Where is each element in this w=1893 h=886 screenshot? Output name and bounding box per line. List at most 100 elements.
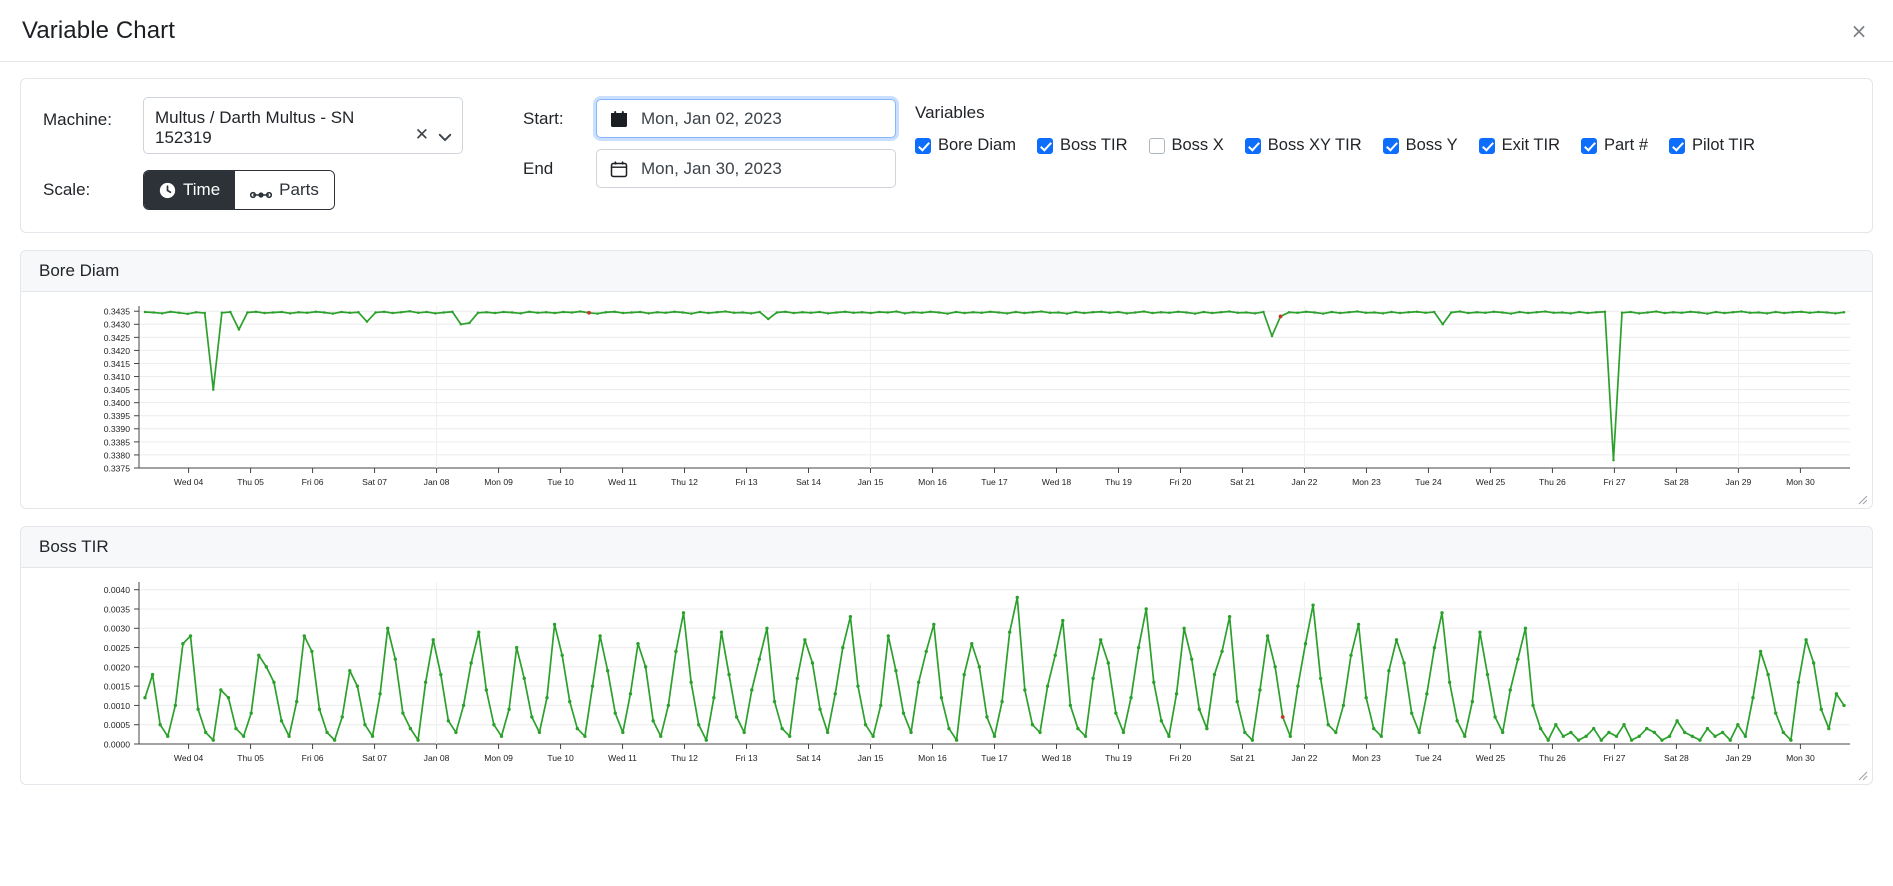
clear-icon[interactable]: ✕	[415, 127, 429, 144]
end-date-input[interactable]: Mon, Jan 30, 2023	[596, 149, 896, 188]
svg-text:0.0025: 0.0025	[104, 643, 131, 653]
checkbox-box[interactable]	[1244, 137, 1261, 154]
clock-icon	[159, 182, 176, 199]
svg-text:Jan 22: Jan 22	[1292, 753, 1318, 763]
svg-text:0.3430: 0.3430	[104, 320, 131, 330]
machine-scale-column: Machine: Multus / Darth Multus - SN 1523…	[43, 97, 523, 210]
svg-text:0.0035: 0.0035	[104, 604, 131, 614]
variable-checkbox-boss-x[interactable]: Boss X	[1148, 136, 1224, 155]
svg-text:Wed 18: Wed 18	[1042, 753, 1072, 763]
variable-label: Pilot TIR	[1692, 136, 1755, 154]
svg-text:Thu 26: Thu 26	[1539, 753, 1566, 763]
start-date-value: Mon, Jan 02, 2023	[641, 108, 782, 128]
machine-select-value: Multus / Darth Multus - SN 152319	[155, 108, 355, 147]
resize-handle[interactable]	[1855, 492, 1869, 506]
chart-panel-bore-diam: Bore Diam 0.3375 0.3380 0.3385 0.3390 0.3395…	[20, 250, 1873, 509]
resize-handle[interactable]	[1855, 768, 1869, 782]
svg-text:Tue 24: Tue 24	[1415, 753, 1442, 763]
scale-option-time[interactable]: Time	[144, 171, 236, 209]
dialog-title-bar: Variable Chart ×	[0, 0, 1893, 62]
svg-text:Tue 17: Tue 17	[981, 477, 1008, 487]
svg-text:0.3410: 0.3410	[104, 372, 131, 382]
svg-text:Mon 23: Mon 23	[1352, 477, 1381, 487]
end-date-row: End Mon, Jan 30, 2023	[523, 149, 903, 188]
svg-text:0.3375: 0.3375	[104, 463, 131, 473]
svg-text:0.3420: 0.3420	[104, 346, 131, 356]
variable-checkbox-pilot-tir[interactable]: Pilot TIR	[1669, 136, 1755, 155]
svg-text:Jan 15: Jan 15	[858, 477, 884, 487]
svg-text:Mon 09: Mon 09	[484, 477, 513, 487]
svg-text:Fri 06: Fri 06	[302, 753, 324, 763]
end-date-label: End	[523, 158, 554, 178]
svg-text:Wed 04: Wed 04	[174, 477, 204, 487]
date-range-column: Start: Mon, Jan 02, 2023 End Mon, Jan 30…	[523, 97, 903, 188]
page-title: Variable Chart	[22, 16, 176, 44]
variable-label: Boss X	[1171, 136, 1224, 154]
variable-checkbox-bore-diam[interactable]: Bore Diam	[915, 136, 1016, 155]
variable-label: Boss TIR	[1059, 136, 1128, 154]
variable-checkbox-boss-xy-tir[interactable]: Boss XY TIR	[1244, 136, 1362, 155]
chevron-down-icon[interactable]	[438, 129, 452, 143]
svg-text:Mon 30: Mon 30	[1786, 753, 1815, 763]
svg-text:Fri 27: Fri 27	[1603, 753, 1625, 763]
machine-select[interactable]: Multus / Darth Multus - SN 152319 ✕	[143, 97, 463, 154]
checkbox-box[interactable]	[1580, 137, 1597, 154]
svg-text:0.0040: 0.0040	[104, 585, 131, 595]
variable-checkbox-part[interactable]: Part #	[1580, 136, 1648, 155]
svg-text:0.0005: 0.0005	[104, 720, 131, 730]
checkbox-box[interactable]	[1382, 137, 1399, 154]
line-chart-boss-tir[interactable]: 0.0000 0.0005 0.0010 0.0015 0.0020 0.0025 0.00…	[21, 568, 1872, 784]
start-date-input[interactable]: Mon, Jan 02, 2023	[596, 99, 896, 138]
variable-checkbox-boss-y[interactable]: Boss Y	[1382, 136, 1458, 155]
scale-option-time-label: Time	[183, 180, 221, 199]
svg-text:Wed 18: Wed 18	[1042, 477, 1072, 487]
svg-text:Sat 07: Sat 07	[362, 753, 387, 763]
svg-text:0.0010: 0.0010	[104, 701, 131, 711]
svg-text:Fri 20: Fri 20	[1169, 753, 1191, 763]
svg-text:0.3425: 0.3425	[104, 333, 131, 343]
svg-text:Mon 16: Mon 16	[918, 753, 947, 763]
checkbox-box[interactable]	[1478, 137, 1495, 154]
svg-text:Mon 23: Mon 23	[1352, 753, 1381, 763]
svg-text:Tue 10: Tue 10	[547, 753, 574, 763]
close-icon[interactable]: ×	[1847, 19, 1871, 43]
svg-text:0.3390: 0.3390	[104, 424, 131, 434]
variable-label: Exit TIR	[1501, 136, 1560, 154]
start-date-row: Start: Mon, Jan 02, 2023	[523, 99, 903, 138]
chart-panel-title-bore-diam: Bore Diam	[21, 251, 1872, 292]
svg-text:Tue 17: Tue 17	[981, 753, 1008, 763]
svg-text:Jan 08: Jan 08	[424, 477, 450, 487]
svg-text:Tue 10: Tue 10	[547, 477, 574, 487]
variable-label: Boss XY TIR	[1267, 136, 1362, 154]
machine-label: Machine:	[43, 110, 112, 129]
svg-text:Sat 28: Sat 28	[1664, 477, 1689, 487]
chart-panel-boss-tir: Boss TIR 0.0000 0.0005 0.0010 0.0015 0.0020 0…	[20, 526, 1873, 785]
scale-option-parts[interactable]: Parts	[235, 171, 334, 209]
checkbox-box[interactable]	[1669, 137, 1686, 154]
variable-checkbox-exit-tir[interactable]: Exit TIR	[1478, 136, 1560, 155]
svg-text:Sat 14: Sat 14	[796, 477, 821, 487]
scale-toggle-group: Time Parts	[143, 170, 335, 210]
variable-checkbox-boss-tir[interactable]: Boss TIR	[1036, 136, 1128, 155]
variables-checkbox-list: Bore Diam Boss TIR Boss X Boss XY TIR Boss Y…	[915, 136, 1850, 155]
checkbox-box[interactable]	[1148, 137, 1165, 154]
svg-text:Fri 13: Fri 13	[736, 477, 758, 487]
svg-text:Thu 19: Thu 19	[1105, 477, 1132, 487]
checkbox-box[interactable]	[1036, 137, 1053, 154]
svg-text:0.3415: 0.3415	[104, 359, 131, 369]
svg-text:Thu 19: Thu 19	[1105, 753, 1132, 763]
svg-text:Sat 21: Sat 21	[1230, 753, 1255, 763]
checkbox-box[interactable]	[915, 137, 931, 154]
svg-text:Thu 26: Thu 26	[1539, 477, 1566, 487]
svg-text:Thu 05: Thu 05	[237, 477, 264, 487]
variable-label: Boss Y	[1405, 136, 1458, 154]
controls-panel: Machine: Multus / Darth Multus - SN 1523…	[20, 78, 1873, 233]
svg-text:Sat 21: Sat 21	[1230, 477, 1255, 487]
svg-text:Sat 07: Sat 07	[362, 477, 387, 487]
svg-text:Jan 22: Jan 22	[1292, 477, 1318, 487]
line-chart-bore-diam[interactable]: 0.3375 0.3380 0.3385 0.3390 0.3395 0.3400 0.34…	[21, 292, 1872, 508]
chart-body-bore-diam: 0.3375 0.3380 0.3385 0.3390 0.3395 0.3400 0.34…	[21, 292, 1872, 508]
svg-text:Jan 29: Jan 29	[1726, 477, 1752, 487]
machine-row: Machine: Multus / Darth Multus - SN 1523…	[43, 97, 523, 154]
svg-text:0.3395: 0.3395	[104, 411, 131, 421]
